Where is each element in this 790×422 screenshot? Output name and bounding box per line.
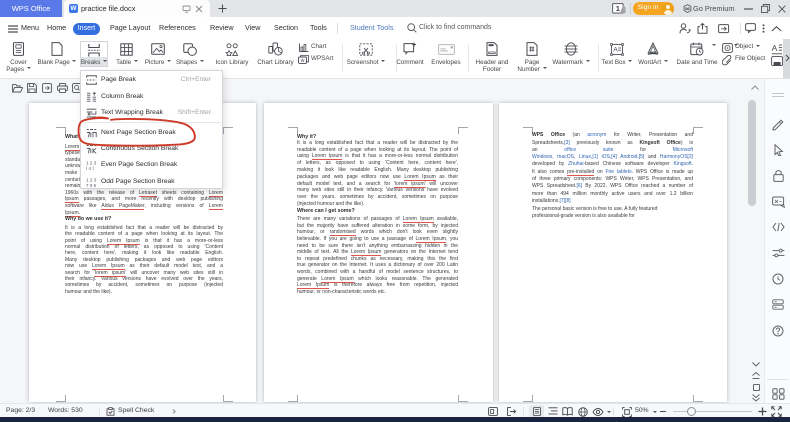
svg-text:1 2 3: 1 2 3: [86, 177, 97, 182]
svg-text:1: 1: [616, 4, 620, 13]
svg-text:w: w: [301, 58, 305, 64]
svg-text:A: A: [613, 46, 618, 53]
svg-text:[ 4 ]: [ 4 ]: [86, 166, 94, 170]
svg-text:7 9 5: 7 9 5: [86, 182, 97, 186]
svg-text:1 2 3: 1 2 3: [86, 161, 97, 166]
svg-text:A: A: [772, 43, 778, 53]
